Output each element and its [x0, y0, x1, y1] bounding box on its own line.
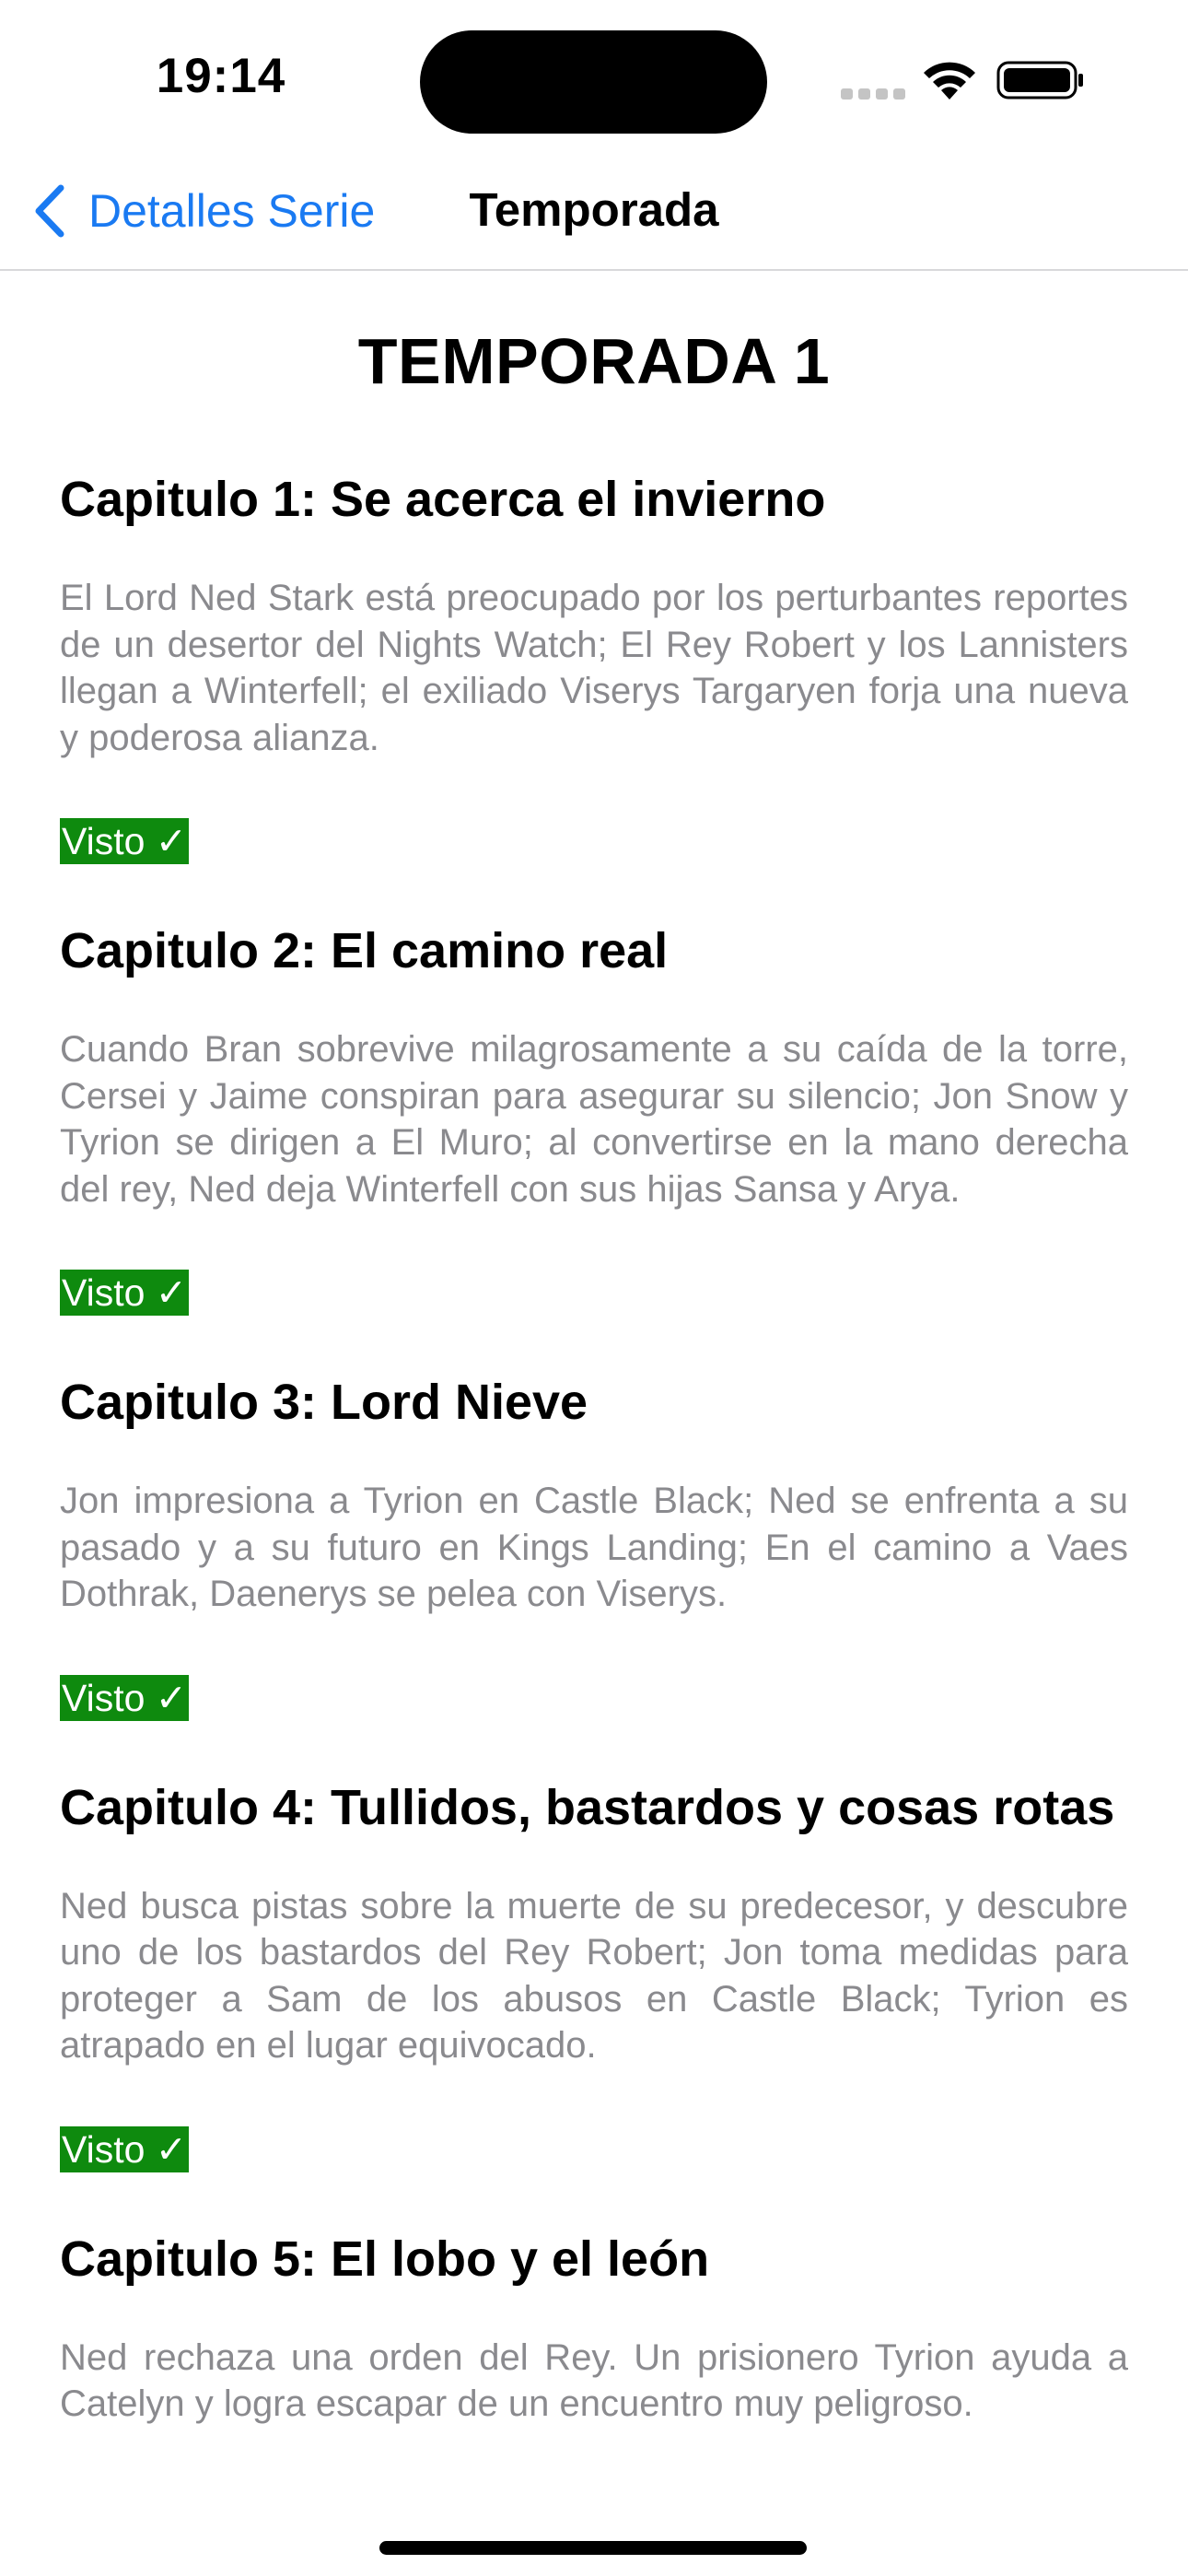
episode-title: Capitulo 2: El camino real: [60, 923, 669, 978]
dynamic-island: [420, 30, 767, 134]
screen: 19:14 Detalles Serie Temporada TEMPORADA…: [0, 0, 1188, 2576]
watched-badge[interactable]: Visto ✓: [60, 1270, 190, 1316]
episode-synopsis: Cuando Bran sobrevive milagrosamente a s…: [60, 1029, 1128, 1210]
watched-badge[interactable]: Visto ✓: [60, 818, 190, 864]
episode-item: Capitulo 5: El lobo y el león Ned rechaz…: [0, 2230, 1188, 2428]
episode-item: Capitulo 4: Tullidos, bastardos y cosas …: [0, 1778, 1188, 2172]
season-title: TEMPORADA 1: [357, 325, 831, 397]
episode-title: Capitulo 3: Lord Nieve: [60, 1375, 588, 1430]
episode-item: Capitulo 3: Lord Nieve Jon impresiona a …: [0, 1373, 1188, 1721]
home-indicator[interactable]: [379, 2541, 807, 2555]
watched-badge[interactable]: Visto ✓: [60, 1674, 190, 1721]
episode-item: Capitulo 2: El camino real Cuando Bran s…: [0, 921, 1188, 1316]
episode-title: Capitulo 5: El lobo y el león: [60, 2231, 710, 2287]
page-title: Temporada: [0, 182, 1188, 237]
status-time: 19:14: [156, 49, 286, 103]
status-bar: 19:14: [0, 0, 1188, 157]
navigation-bar: Detalles Serie Temporada: [0, 157, 1188, 271]
battery-icon: [996, 61, 1083, 100]
episode-title: Capitulo 1: Se acerca el invierno: [60, 472, 826, 527]
episode-synopsis: El Lord Ned Stark está preocupado por lo…: [60, 578, 1128, 758]
episode-synopsis: Jon impresiona a Tyrion en Castle Black;…: [60, 1481, 1128, 1614]
episode-title: Capitulo 4: Tullidos, bastardos y cosas …: [60, 1779, 1115, 1835]
cellular-signal-icon: [841, 87, 905, 100]
page-title-text: Temporada: [469, 183, 719, 236]
wifi-icon: [924, 62, 975, 100]
episode-item: Capitulo 1: Se acerca el invierno El Lor…: [0, 470, 1188, 864]
watched-badge[interactable]: Visto ✓: [60, 2125, 190, 2172]
season-content[interactable]: TEMPORADA 1 Capitulo 1: Se acerca el inv…: [0, 271, 1188, 2576]
episode-synopsis: Ned rechaza una orden del Rey. Un prisio…: [60, 2336, 1128, 2425]
episode-synopsis: Ned busca pistas sobre la muerte de su p…: [60, 1885, 1128, 2067]
